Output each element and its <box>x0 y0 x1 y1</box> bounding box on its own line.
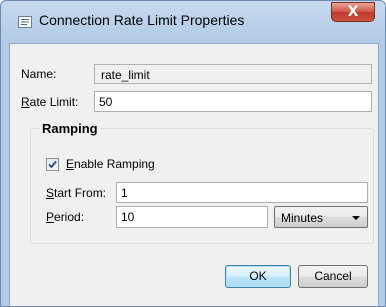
title-bar[interactable]: Connection Rate Limit Properties X <box>1 1 385 43</box>
close-icon: X <box>347 4 359 20</box>
period-unit-select[interactable]: Minutes <box>274 206 368 228</box>
checkmark-icon <box>48 160 57 169</box>
ok-button[interactable]: OK <box>225 265 291 288</box>
cancel-button[interactable]: Cancel <box>298 265 368 288</box>
enable-ramping-checkbox[interactable] <box>46 158 59 171</box>
close-button[interactable]: X <box>331 2 375 22</box>
period-label: Period: <box>46 210 85 224</box>
ramping-group-title: Ramping <box>40 121 100 136</box>
period-unit-selected: Minutes <box>281 211 324 225</box>
name-field: rate_limit <box>94 64 372 84</box>
rate-limit-label: Rate Limit: <box>21 95 79 109</box>
properties-icon <box>18 16 32 28</box>
start-from-input[interactable] <box>116 182 368 203</box>
window-title: Connection Rate Limit Properties <box>39 12 245 28</box>
enable-ramping-label[interactable]: Enable Ramping <box>66 157 155 171</box>
start-from-label: Start From: <box>46 186 107 200</box>
dialog-content: Name: rate_limit Rate Limit: Ramping Ena… <box>9 43 379 306</box>
dialog-window: Connection Rate Limit Properties X Name:… <box>0 0 386 307</box>
chevron-down-icon <box>352 216 360 220</box>
name-label: Name: <box>21 67 57 81</box>
rate-limit-input[interactable] <box>94 91 372 112</box>
period-input[interactable] <box>116 206 268 228</box>
